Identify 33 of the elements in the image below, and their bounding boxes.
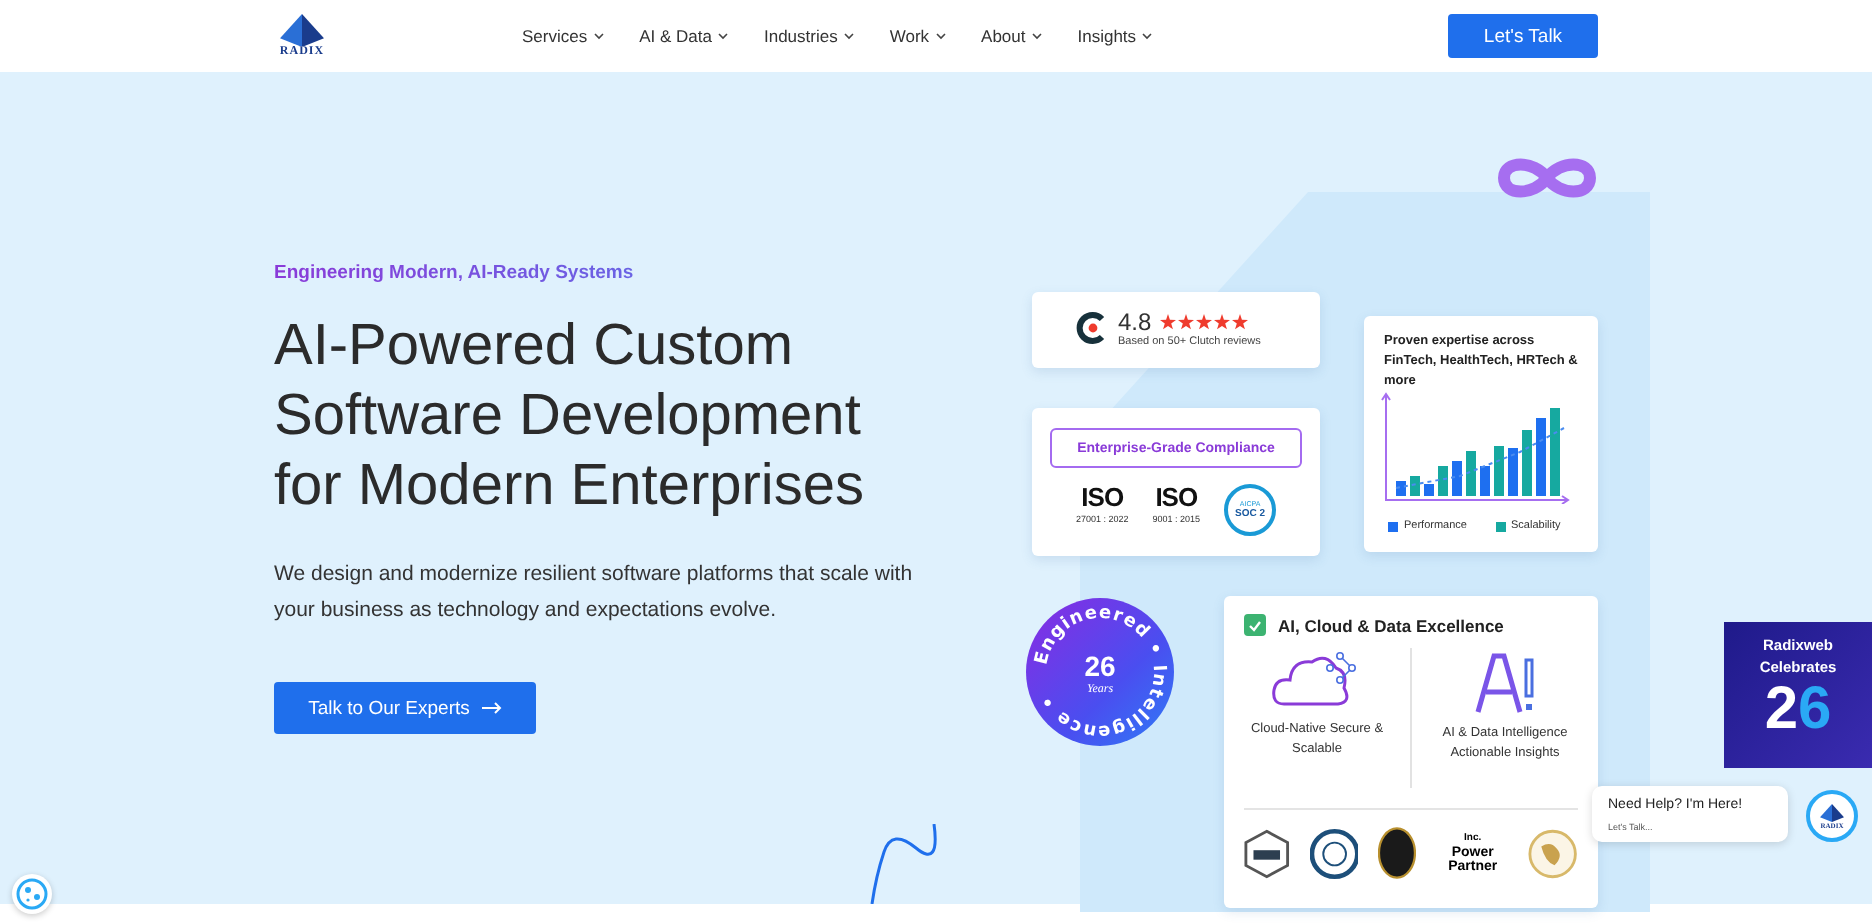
chevron-down-icon: [1142, 32, 1153, 40]
nav-link[interactable]: Services: [522, 26, 604, 46]
c-logo-icon: [1076, 312, 1108, 344]
hexagon-award-icon: [1244, 827, 1290, 879]
iso-logo: ISO: [1155, 484, 1198, 512]
iso-logo: ISO: [1081, 484, 1124, 512]
lets-talk-button[interactable]: Let's Talk: [1448, 14, 1598, 58]
talk-to-experts-button[interactable]: Talk to Our Experts: [274, 682, 536, 734]
oval-medal-icon: [1378, 826, 1417, 880]
cookie-icon: [16, 878, 48, 910]
pyramid-logo-icon: [280, 13, 324, 47]
checkmark-icon: [1248, 619, 1262, 631]
globe-award-icon: [1528, 827, 1578, 879]
arrow-right-icon: [481, 702, 502, 714]
round-seal-icon: [1309, 827, 1359, 879]
rating-score: 4.8: [1118, 308, 1152, 336]
chevron-down-icon: [593, 32, 604, 40]
ai-letters-icon: [1471, 648, 1539, 716]
nav-link[interactable]: Insights: [1077, 26, 1153, 46]
nav-link[interactable]: About: [981, 26, 1042, 46]
pyramid-logo-icon: [1820, 803, 1844, 821]
hero-heading: AI-Powered Custom Software Development for Modern Enterprises: [274, 312, 866, 522]
excellence-title: AI, Cloud & Data Excellence: [1278, 615, 1504, 635]
nav-link[interactable]: Work: [889, 26, 946, 46]
nav-link[interactable]: AI & Data: [639, 26, 728, 46]
chevron-down-icon: [1031, 32, 1042, 40]
chevron-down-icon: [935, 32, 946, 40]
hero-description: We design and modernize resilient software platforms that scale with your business as technology and expectations evolve.: [274, 560, 915, 626]
infinity-icon: [1496, 154, 1598, 202]
nav-link[interactable]: Industries: [763, 26, 854, 46]
cookie-button[interactable]: [12, 874, 52, 914]
chevron-down-icon: [843, 32, 854, 40]
chevron-down-icon: [717, 32, 728, 40]
